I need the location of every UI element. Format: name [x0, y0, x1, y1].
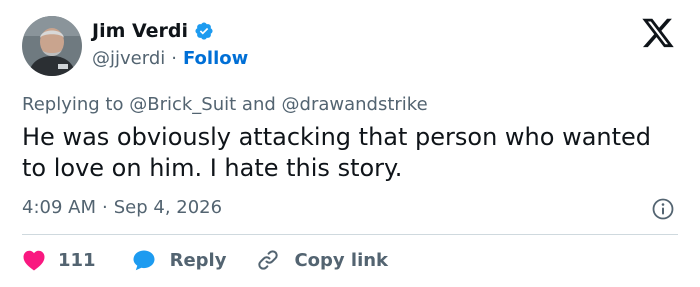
reply-context-conjunction: and [241, 94, 276, 115]
tweet-time[interactable]: 4:09 AM [22, 197, 96, 218]
like-button[interactable]: 111 [22, 249, 96, 271]
author-name-row: Jim Verdi [92, 20, 214, 42]
reply-label: Reply [169, 249, 227, 271]
tweet-card: Jim Verdi @jjverdi · Follow Replying to … [0, 0, 700, 287]
reply-button[interactable]: Reply [132, 248, 227, 272]
reply-context-prefix: Replying to [22, 94, 124, 115]
info-icon[interactable] [651, 197, 675, 221]
mention-link-2[interactable]: @drawandstrike [282, 94, 428, 115]
reply-bubble-icon [133, 250, 155, 271]
author-handle-row: @jjverdi · Follow [92, 48, 248, 69]
x-logo-icon[interactable] [640, 18, 676, 50]
user-avatar-icon [22, 16, 82, 76]
heart-icon [23, 250, 45, 271]
mention-link-1[interactable]: @Brick_Suit [129, 94, 236, 115]
action-bar: 111 Reply Copy link [22, 246, 388, 274]
author-display-name[interactable]: Jim Verdi [92, 20, 188, 42]
link-icon [258, 250, 279, 270]
tweet-meta: 4:09 AM · Sep 4, 2026 [22, 197, 222, 218]
like-count: 111 [58, 249, 96, 271]
divider [22, 234, 678, 235]
follow-button[interactable]: Follow [183, 48, 248, 69]
avatar[interactable] [22, 16, 82, 76]
author-handle[interactable]: @jjverdi [92, 48, 165, 69]
handle-separator: · [171, 48, 177, 69]
reply-context: Replying to @Brick_Suit and @drawandstri… [22, 94, 428, 115]
tweet-text: He was obviously attacking that person w… [22, 123, 652, 182]
tweet-date[interactable]: Sep 4, 2026 [114, 197, 222, 218]
meta-separator: · [102, 197, 108, 218]
copy-link-button[interactable]: Copy link [256, 248, 388, 272]
copy-link-label: Copy link [294, 249, 389, 271]
verified-badge-icon [195, 22, 213, 40]
